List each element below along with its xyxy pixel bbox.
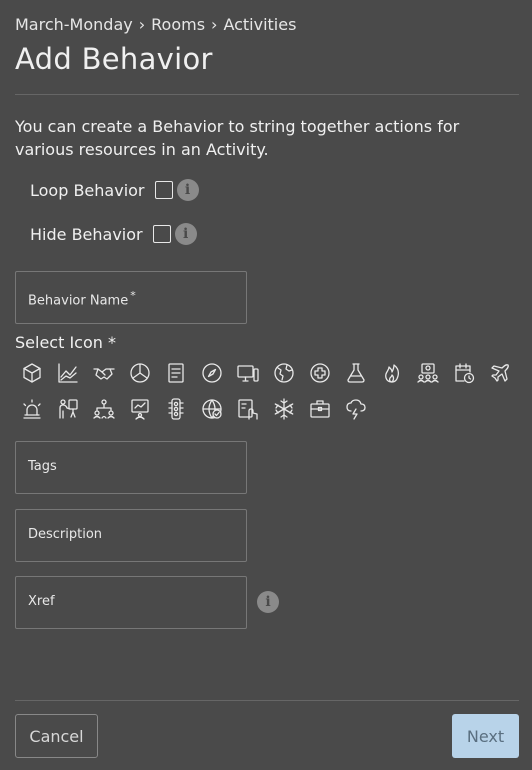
pie-chart-icon[interactable]: [126, 359, 154, 387]
breadcrumb: March-Monday › Rooms › Activities: [15, 15, 296, 34]
globe-grid-icon[interactable]: [198, 395, 226, 423]
description-input[interactable]: [16, 510, 246, 561]
globe-icon[interactable]: [270, 359, 298, 387]
whiteboard-icon[interactable]: [126, 395, 154, 423]
line-chart-icon[interactable]: [54, 359, 82, 387]
handshake-icon[interactable]: [90, 359, 118, 387]
breadcrumb-item-march-monday[interactable]: March-Monday: [15, 15, 133, 34]
title-divider: [15, 94, 519, 95]
calendar-clock-icon[interactable]: [450, 359, 478, 387]
document-icon[interactable]: [162, 359, 190, 387]
fire-icon[interactable]: [378, 359, 406, 387]
cancel-button[interactable]: Cancel: [15, 714, 98, 758]
snowflake-icon[interactable]: [270, 395, 298, 423]
behavior-name-input[interactable]: [16, 272, 246, 323]
page-title: Add Behavior: [15, 42, 213, 76]
xref-field[interactable]: Xref: [15, 576, 247, 629]
breadcrumb-item-rooms[interactable]: Rooms: [151, 15, 205, 34]
traffic-light-icon[interactable]: [162, 395, 190, 423]
flask-icon[interactable]: [342, 359, 370, 387]
info-icon[interactable]: i: [174, 223, 197, 245]
storm-icon[interactable]: [342, 395, 370, 423]
behavior-name-field[interactable]: Behavior Name *: [15, 271, 247, 324]
team-icon[interactable]: [414, 359, 442, 387]
intro-text: You can create a Behavior to string toge…: [15, 117, 460, 159]
devices-icon[interactable]: [234, 359, 262, 387]
alarm-light-icon[interactable]: [18, 395, 46, 423]
description-field[interactable]: Description: [15, 509, 247, 562]
hide-behavior-label: Hide Behavior: [30, 224, 143, 244]
loop-behavior-row: Loop Behavior i: [30, 179, 199, 201]
icon-picker-row-2: [18, 395, 523, 423]
footer-divider: [15, 700, 519, 701]
tablet-touch-icon[interactable]: [234, 395, 262, 423]
tags-field[interactable]: Tags: [15, 441, 247, 494]
info-icon[interactable]: i: [257, 591, 279, 613]
airplane-icon[interactable]: [486, 359, 514, 387]
briefcase-icon[interactable]: [306, 395, 334, 423]
loop-behavior-checkbox[interactable]: [154, 181, 173, 199]
cube-icon[interactable]: [18, 359, 46, 387]
hide-behavior-row: Hide Behavior i: [30, 223, 197, 245]
icon-picker-row-1: [18, 359, 523, 387]
loop-behavior-label: Loop Behavior: [30, 180, 145, 200]
tags-input[interactable]: [16, 442, 246, 493]
breadcrumb-item-activities[interactable]: Activities: [223, 15, 296, 34]
info-icon[interactable]: i: [176, 179, 199, 201]
next-button[interactable]: Next: [452, 714, 519, 758]
hide-behavior-checkbox[interactable]: [152, 225, 171, 243]
select-icon-label: Select Icon *: [15, 333, 116, 352]
presenter-icon[interactable]: [54, 395, 82, 423]
medical-cross-icon[interactable]: [306, 359, 334, 387]
compass-icon[interactable]: [198, 359, 226, 387]
breadcrumb-separator: ›: [138, 15, 146, 34]
hierarchy-icon[interactable]: [90, 395, 118, 423]
breadcrumb-separator: ›: [211, 15, 218, 34]
xref-input[interactable]: [16, 577, 246, 628]
